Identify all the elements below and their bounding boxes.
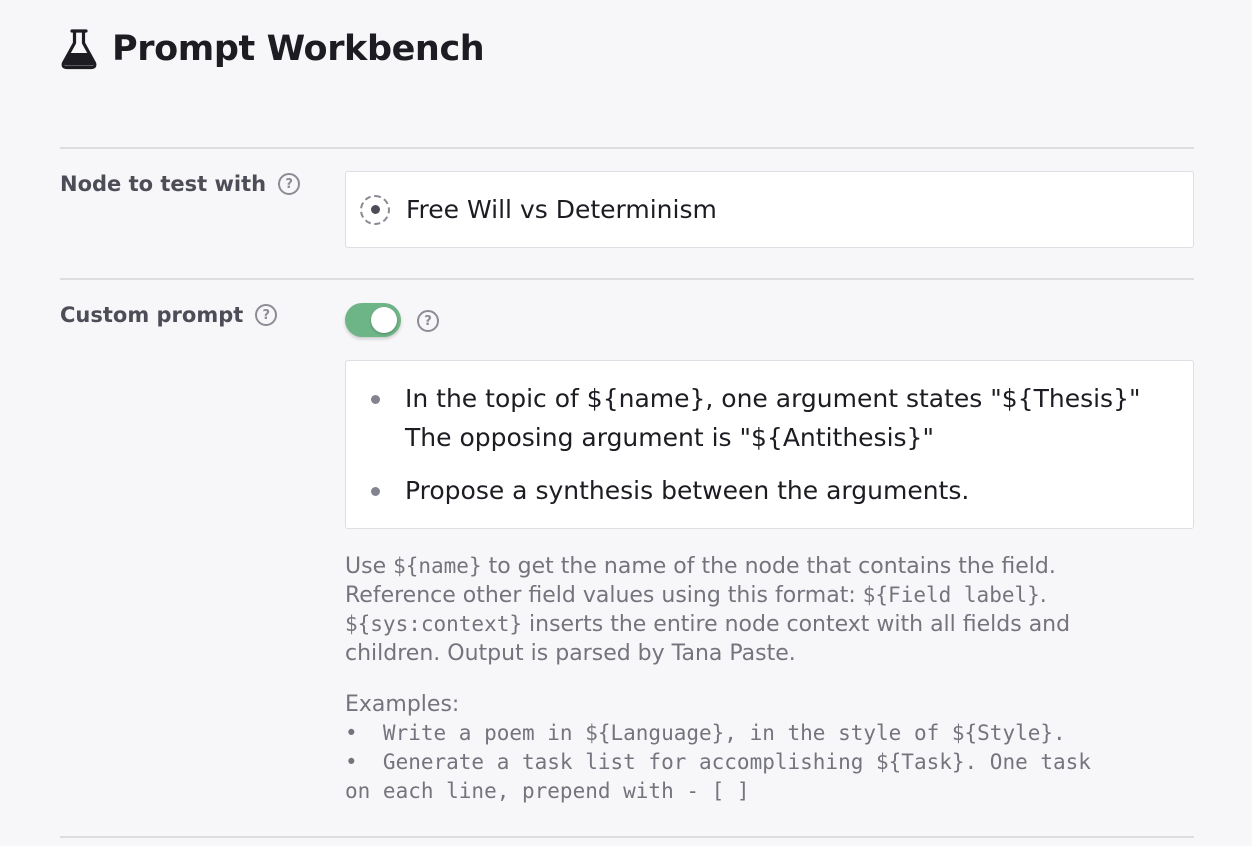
example-line: on each line, prepend with - [ ] <box>345 779 750 803</box>
help-icon[interactable]: ? <box>278 173 301 195</box>
prompt-item[interactable]: In the topic of ${name}, one argument st… <box>405 379 1140 457</box>
help-line: Use ${name} to get the name of the node … <box>345 554 1056 579</box>
node-to-test-field[interactable]: Free Will vs Determinism <box>345 171 1194 248</box>
prompt-line: The opposing argument is "${Antithesis}" <box>405 423 934 452</box>
custom-prompt-label: Custom prompt ? <box>60 303 278 327</box>
custom-prompt-editor[interactable]: In the topic of ${name}, one argument st… <box>345 360 1194 529</box>
node-bullet-icon[interactable] <box>360 194 390 225</box>
example-line: • Write a poem in ${Language}, in the st… <box>345 721 1066 745</box>
toggle-help-icon[interactable]: ? <box>417 310 439 332</box>
section-divider <box>60 836 1194 838</box>
examples-heading: Examples: <box>345 692 460 717</box>
prompt-line: In the topic of ${name}, one argument st… <box>405 384 1141 413</box>
help-line: children. Output is parsed by Tana Paste… <box>345 641 796 666</box>
prompt-item[interactable]: Propose a synthesis between the argument… <box>405 471 969 510</box>
page-header: Prompt Workbench <box>60 28 485 70</box>
help-icon[interactable]: ? <box>255 304 278 326</box>
toggle-knob <box>371 307 397 333</box>
flask-icon <box>61 29 97 70</box>
custom-prompt-label-text: Custom prompt <box>60 303 244 327</box>
section-divider <box>60 147 1194 149</box>
node-to-test-value: Free Will vs Determinism <box>406 195 717 224</box>
help-line: Reference other field values using this … <box>345 583 1047 608</box>
example-line: • Generate a task list for accomplishing… <box>345 750 1091 774</box>
examples-block: Examples: • Write a poem in ${Language},… <box>345 690 1225 806</box>
help-line: ${sys:context} inserts the entire node c… <box>345 612 1071 637</box>
prompt-help-text: Use ${name} to get the name of the node … <box>345 552 1205 668</box>
list-bullet <box>371 395 380 404</box>
node-to-test-label-text: Node to test with <box>60 172 267 196</box>
prompt-line: Propose a synthesis between the argument… <box>405 476 970 505</box>
list-bullet <box>371 487 380 496</box>
custom-prompt-toggle[interactable] <box>345 303 401 337</box>
section-divider <box>60 278 1194 280</box>
node-to-test-label: Node to test with ? <box>60 172 301 196</box>
page-title: Prompt Workbench <box>112 29 485 69</box>
